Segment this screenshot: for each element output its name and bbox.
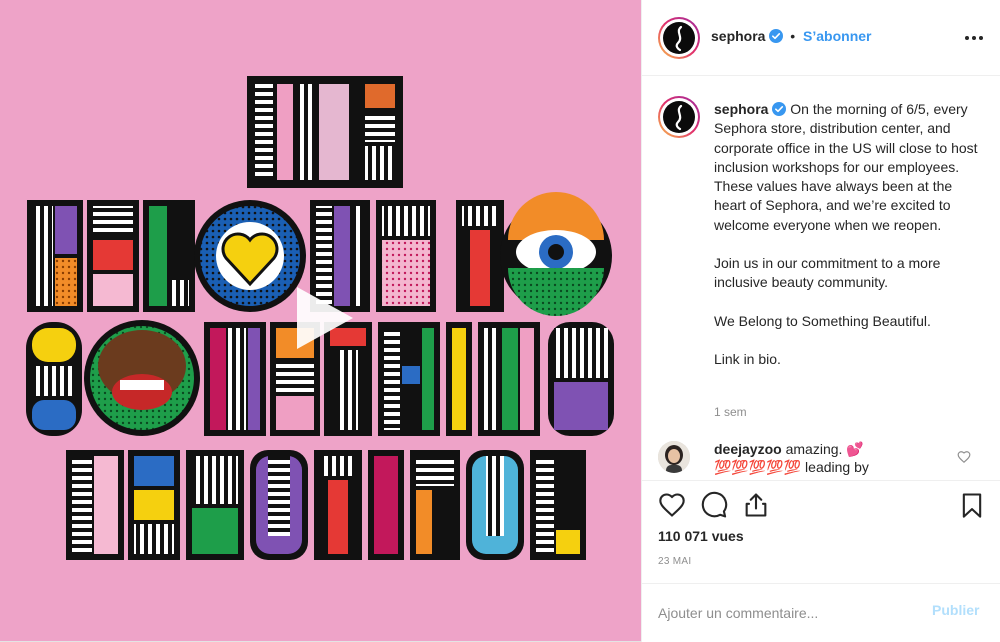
publish-button[interactable]: Publier xyxy=(932,602,979,618)
header-avatar[interactable] xyxy=(658,17,700,59)
heart-icon[interactable] xyxy=(658,491,686,519)
comment-username[interactable]: deejayzoo xyxy=(714,441,782,457)
comment-like-icon[interactable] xyxy=(957,450,971,464)
comment-icon[interactable] xyxy=(700,491,728,519)
artwork-line-we xyxy=(247,76,403,188)
header-separator: • xyxy=(790,28,796,44)
comment-input[interactable] xyxy=(658,602,918,624)
post-panel: sephora • S’abonner sephora On the morni… xyxy=(641,0,1000,642)
share-icon[interactable] xyxy=(742,491,770,519)
post-header: sephora • S’abonner xyxy=(642,0,1000,76)
verified-badge-icon xyxy=(772,102,787,116)
view-count[interactable]: 110 071 vues xyxy=(658,528,744,544)
header-user-line: sephora • S’abonner xyxy=(711,28,872,44)
sephora-logo-icon xyxy=(675,104,683,131)
play-icon[interactable] xyxy=(289,283,359,353)
header-username[interactable]: sephora xyxy=(711,28,765,44)
caption-paragraph: Join us in our commitment to a more incl… xyxy=(714,255,941,291)
caption-paragraph: sephora On the morning of 6/5, every Sep… xyxy=(714,100,984,235)
comment-text: amazing. 💕 xyxy=(785,441,864,457)
comment-form: Publier xyxy=(642,583,1000,642)
action-bar xyxy=(642,480,1000,530)
avatar-photo xyxy=(658,441,690,473)
post-date[interactable]: 23 mai xyxy=(658,556,691,567)
follow-button[interactable]: S’abonner xyxy=(803,28,871,44)
post-caption: sephora On the morning of 6/5, every Sep… xyxy=(714,100,984,388)
bookmark-icon[interactable] xyxy=(958,491,986,519)
verified-badge-icon xyxy=(769,29,784,43)
caption-text: On the morning of 6/5, every Sephora sto… xyxy=(714,101,978,233)
comment-text-continued: 💯💯💯💯💯 leading by xyxy=(714,459,869,475)
more-horizontal-icon[interactable] xyxy=(964,28,984,48)
caption-timestamp[interactable]: 1 sem xyxy=(714,405,747,419)
artwork-line-beautiful xyxy=(66,450,586,560)
caption-paragraph: Link in bio. xyxy=(714,350,781,367)
caption-avatar[interactable] xyxy=(658,96,700,138)
comment-text-block: deejayzoo amazing. 💕 💯💯💯💯💯 leading by xyxy=(714,440,954,475)
comment-item: deejayzoo amazing. 💕 💯💯💯💯💯 leading by xyxy=(658,437,988,475)
caption-username[interactable]: sephora xyxy=(714,101,768,117)
comment-avatar[interactable] xyxy=(658,441,690,473)
post-media[interactable] xyxy=(0,0,641,642)
sephora-logo-icon xyxy=(675,25,683,52)
caption-paragraph: We Belong to Something Beautiful. xyxy=(714,312,931,329)
